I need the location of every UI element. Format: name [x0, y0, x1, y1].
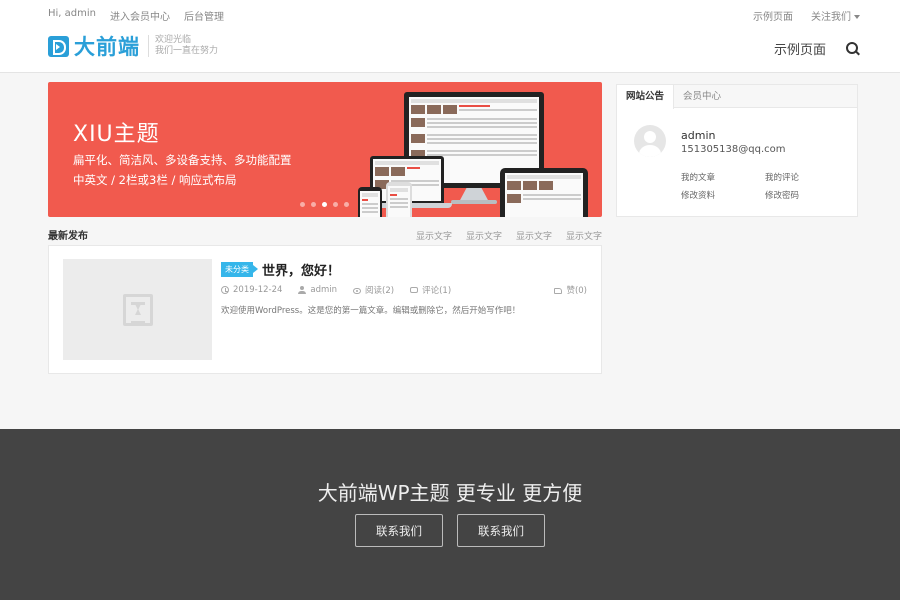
carousel-dot[interactable] — [311, 202, 316, 207]
section-title: 最新发布 — [48, 231, 88, 242]
post-author[interactable]: admin — [298, 285, 337, 295]
follow-us-label: 关注我们 — [811, 12, 851, 23]
image-placeholder-icon — [123, 294, 153, 326]
carousel-dot[interactable] — [333, 202, 338, 207]
tablet-illustration — [500, 168, 588, 217]
admin-panel-link[interactable]: 后台管理 — [184, 8, 224, 23]
top-example-page-link[interactable]: 示例页面 — [753, 8, 793, 23]
slogan-line-2: 我们一直在努力 — [155, 46, 219, 56]
nav-example-page[interactable]: 示例页面 — [774, 39, 826, 58]
logo-text: 大前端 — [74, 35, 140, 59]
carousel-dots — [300, 202, 349, 207]
footer-title: 大前端WP主题 更专业 更方便 — [317, 481, 583, 505]
post-meta: 2019-12-24 admin 阅读(2) 评论(1) — [221, 284, 467, 296]
top-bar: Hi, admin 进入会员中心 后台管理 示例页面 关注我们 — [48, 8, 860, 24]
post-title[interactable]: 世界，您好！ — [262, 260, 340, 279]
change-password-link[interactable]: 修改密码 — [765, 189, 849, 201]
clock-icon — [221, 286, 229, 294]
post-heading: 未分类 世界，您好！ — [221, 260, 340, 279]
edit-profile-link[interactable]: 修改资料 — [681, 189, 765, 201]
slogan-line-1: 欢迎光临 — [155, 35, 192, 45]
sidebar-widget: 网站公告 会员中心 admin 151305138@qq.com 我的文章 我的… — [616, 84, 858, 217]
section-link[interactable]: 显示文字 — [416, 229, 452, 242]
like-button[interactable]: 赞(0) — [554, 284, 587, 296]
post-views-text: 阅读(2) — [365, 286, 395, 296]
post-author-text: admin — [310, 285, 338, 295]
hero-banner[interactable]: XIU主题 扁平化、简洁风、多设备支持、多功能配置 中英文 / 2栏或3栏 / … — [48, 82, 602, 217]
like-count: 赞(0) — [566, 286, 587, 296]
user-icon — [298, 286, 307, 294]
eye-icon — [353, 287, 362, 294]
section-link[interactable]: 显示文字 — [566, 229, 602, 242]
category-tag[interactable]: 未分类 — [221, 262, 258, 277]
post-comments[interactable]: 评论(1) — [410, 284, 451, 296]
user-links: 我的文章 我的评论 修改资料 修改密码 — [681, 171, 851, 201]
section-link[interactable]: 显示文字 — [516, 229, 552, 242]
post-thumbnail[interactable] — [63, 259, 212, 360]
search-icon[interactable] — [846, 41, 860, 56]
my-posts-link[interactable]: 我的文章 — [681, 171, 765, 183]
carousel-dot[interactable] — [300, 202, 305, 207]
slogan: 欢迎光临 我们一直在努力 — [148, 35, 218, 57]
avatar — [634, 125, 666, 157]
tab-member-center[interactable]: 会员中心 — [674, 85, 730, 107]
footer-buttons: 联系我们 联系我们 — [0, 514, 900, 547]
section-links: 显示文字 显示文字 显示文字 显示文字 — [416, 229, 602, 242]
user-name: admin — [681, 129, 716, 142]
greeting-link[interactable]: Hi, admin — [48, 8, 96, 23]
thumbs-up-icon — [554, 287, 563, 294]
monitor-stand-base — [451, 200, 497, 204]
carousel-dot[interactable] — [344, 202, 349, 207]
footer-cta: 大前端WP主题 更专业 更方便 联系我们 联系我们 — [0, 429, 900, 600]
logo-play-icon — [48, 35, 69, 57]
site-header: Hi, admin 进入会员中心 后台管理 示例页面 关注我们 大前端 欢迎光临… — [0, 0, 900, 73]
comment-icon — [410, 287, 419, 293]
post-views: 阅读(2) — [353, 284, 394, 296]
phone-illustration-light — [386, 182, 412, 217]
widget-tabs: 网站公告 会员中心 — [617, 85, 857, 109]
post-comments-text: 评论(1) — [422, 286, 452, 296]
banner-title: XIU主题 — [73, 122, 160, 147]
latest-section-header: 最新发布 显示文字 显示文字 显示文字 显示文字 — [48, 226, 602, 244]
banner-layout-line: 中英文 / 2栏或3栏 / 响应式布局 — [73, 173, 237, 187]
chevron-down-icon — [854, 15, 860, 19]
contact-us-button[interactable]: 联系我们 — [355, 514, 443, 547]
post-date-text: 2019-12-24 — [233, 285, 283, 295]
follow-us-dropdown[interactable]: 关注我们 — [811, 8, 860, 23]
main-nav: 示例页面 — [774, 39, 860, 58]
section-link[interactable]: 显示文字 — [466, 229, 502, 242]
site-logo[interactable]: 大前端 欢迎光临 我们一直在努力 — [48, 33, 218, 59]
post-card: 未分类 世界，您好！ 2019-12-24 admin 阅读(2) 评论(1) … — [48, 245, 602, 374]
tab-site-notice[interactable]: 网站公告 — [617, 85, 675, 109]
my-comments-link[interactable]: 我的评论 — [765, 171, 849, 183]
banner-feature-line: 扁平化、简洁风、多设备支持、多功能配置 — [73, 153, 292, 167]
phone-illustration — [358, 187, 382, 217]
post-date: 2019-12-24 — [221, 285, 282, 295]
member-center-link[interactable]: 进入会员中心 — [110, 8, 170, 23]
carousel-dot-active[interactable] — [322, 202, 327, 207]
post-excerpt: 欢迎使用WordPress。这是您的第一篇文章。编辑或删除它，然后开始写作吧！ — [221, 306, 521, 316]
contact-us-button-2[interactable]: 联系我们 — [457, 514, 545, 547]
user-email: 151305138@qq.com — [681, 144, 786, 155]
